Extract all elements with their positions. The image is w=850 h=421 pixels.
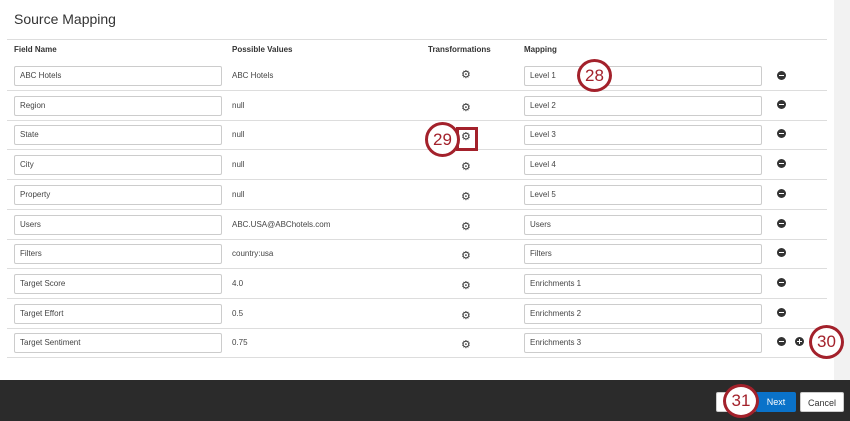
field-name-input[interactable]: Target Score [14,273,222,294]
annotation-30: 30 [809,325,844,359]
remove-row-icon[interactable] [777,337,786,347]
mapping-input[interactable]: Level 5 [524,184,762,205]
page-title: Source Mapping [14,11,116,27]
header-mapping: Mapping [524,45,557,54]
table-row: Target Effort 0.5 ⚙ Enrichments 2 [0,299,834,329]
field-name-input[interactable]: Target Effort [14,303,222,324]
gear-icon[interactable]: ⚙ [461,251,472,262]
possible-value: null [232,100,245,110]
table-row: ABC Hotels ABC Hotels ⚙ Level 1 [0,61,834,91]
table-row: Users ABC.USA@ABChotels.com ⚙ Users [0,210,834,240]
field-name-input[interactable]: ABC Hotels [14,66,222,86]
possible-value: 0.5 [232,308,244,318]
mapping-input[interactable]: Level 1 [524,66,762,86]
remove-row-icon[interactable] [777,129,786,139]
table-row: Target Sentiment 0.75 ⚙ Enrichments 3 [0,328,834,358]
header-field-name: Field Name [14,45,57,54]
table-row: Region null ⚙ Level 2 [0,91,834,121]
annotation-29: 29 [425,122,460,157]
gear-icon[interactable]: ⚙ [461,191,472,203]
gear-icon[interactable]: ⚙ [461,162,472,173]
field-name-input[interactable]: Property [14,184,222,205]
table-row: City null ⚙ Level 4 [0,150,834,180]
table-row: Property null ⚙ Level 5 [0,180,834,210]
add-row-icon[interactable] [795,337,804,347]
possible-value: 4.0 [232,278,244,288]
field-name-input[interactable]: Filters [14,244,222,265]
table-row: State null ⚙ Level 3 [0,120,834,150]
mapping-input[interactable]: Level 2 [524,95,762,116]
header-possible-values: Possible Values [232,45,293,54]
possible-value: null [232,189,245,199]
remove-row-icon[interactable] [777,218,786,228]
annotation-31: 31 [723,384,759,418]
gear-icon[interactable]: ⚙ [461,280,472,292]
gear-icon[interactable]: ⚙ [461,221,472,233]
possible-value: 0.75 [232,338,248,348]
possible-value: null [232,160,245,170]
field-name-input[interactable]: Target Sentiment [14,333,222,354]
gear-icon[interactable]: ⚙ [461,102,472,114]
field-name-input[interactable]: Users [14,214,222,235]
remove-row-icon[interactable] [777,71,786,80]
cancel-button[interactable]: Cancel [800,392,844,412]
field-name-input[interactable]: City [14,155,222,176]
possible-value: ABC.USA@ABChotels.com [232,219,331,229]
mapping-input[interactable]: Filters [524,244,762,265]
scrollbar-track[interactable] [834,0,850,380]
gear-icon[interactable]: ⚙ [461,310,472,322]
remove-row-icon[interactable] [777,188,786,198]
possible-value: country:usa [232,249,274,259]
remove-row-icon[interactable] [777,307,786,317]
field-name-input[interactable]: State [14,125,222,146]
mapping-input[interactable]: Enrichments 3 [524,333,762,354]
field-name-input[interactable]: Region [14,95,222,116]
next-button[interactable]: Next [756,392,796,412]
remove-row-icon[interactable] [777,277,786,287]
divider [7,39,827,40]
mapping-input[interactable]: Enrichments 2 [524,303,762,324]
remove-row-icon[interactable] [777,159,786,169]
mapping-input[interactable]: Level 3 [524,125,762,146]
gear-icon[interactable]: ⚙ [461,70,472,81]
mapping-input[interactable]: Users [524,214,762,235]
mapping-input[interactable]: Level 4 [524,155,762,176]
table-row: Filters country:usa ⚙ Filters [0,239,834,269]
annotation-28: 28 [577,59,612,92]
gear-icon[interactable]: ⚙ [461,340,472,351]
possible-value: null [232,130,245,140]
remove-row-icon[interactable] [777,99,786,109]
source-mapping-panel: Source Mapping Field Name Possible Value… [0,0,834,380]
row-divider [7,357,827,359]
mapping-input[interactable]: Enrichments 1 [524,273,762,294]
table-row: Target Score 4.0 ⚙ Enrichments 1 [0,269,834,299]
header-transformations: Transformations [428,45,491,54]
remove-row-icon[interactable] [777,248,786,258]
possible-value: ABC Hotels [232,71,274,80]
